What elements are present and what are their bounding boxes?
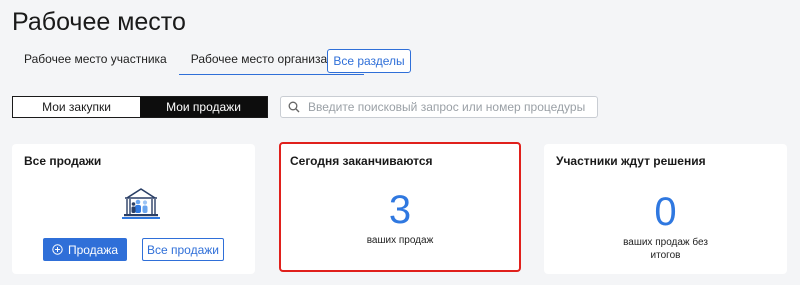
all-sections-button[interactable]: Все разделы <box>327 49 411 73</box>
ending-today-count[interactable]: 3 <box>281 188 519 233</box>
segment-my-sales[interactable]: Мои продажи <box>140 97 267 117</box>
plus-circle-icon <box>52 244 63 255</box>
search-input[interactable] <box>306 99 590 115</box>
purchases-sales-toggle: Мои закупки Мои продажи <box>12 96 268 118</box>
all-sales-button[interactable]: Все продажи <box>142 238 224 261</box>
awaiting-decision-caption: ваших продаж без итогов <box>623 237 708 261</box>
awaiting-decision-count[interactable]: 0 <box>544 190 787 235</box>
workspace-tabs: Рабочее место участника Рабочее место ор… <box>12 44 365 75</box>
card-title: Все продажи <box>24 154 102 168</box>
ending-today-card[interactable]: Сегодня заканчиваются 3 ваших продаж <box>279 142 521 272</box>
segment-my-purchases[interactable]: Мои закупки <box>13 97 140 117</box>
page-title: Рабочее место <box>12 8 186 36</box>
all-sales-card: Все продажи Продажа Все продажи <box>12 144 255 274</box>
tab-participant-workspace[interactable]: Рабочее место участника <box>12 44 179 74</box>
building-people-icon <box>122 188 160 219</box>
search-icon <box>288 101 300 113</box>
ending-today-caption: ваших продаж <box>366 235 434 246</box>
card-title: Сегодня заканчиваются <box>290 154 433 168</box>
awaiting-decision-card[interactable]: Участники ждут решения 0 ваших продаж бе… <box>544 144 787 274</box>
new-sale-button[interactable]: Продажа <box>43 238 127 261</box>
card-title: Участники ждут решения <box>556 154 706 168</box>
search-box <box>280 96 598 118</box>
new-sale-label: Продажа <box>67 242 119 257</box>
